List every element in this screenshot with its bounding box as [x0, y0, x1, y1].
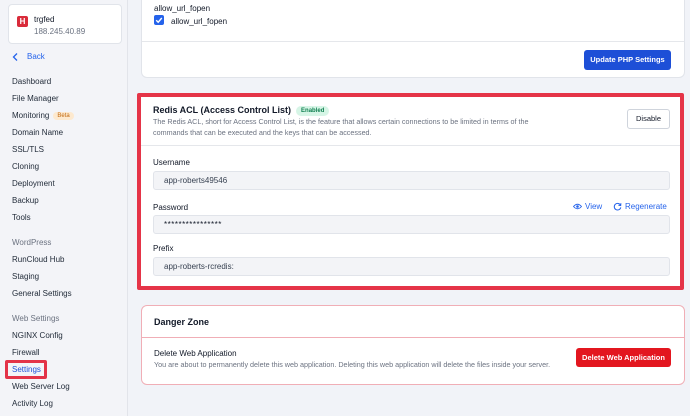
sidebar-item-nginx-config[interactable]: NGINX Config: [12, 331, 63, 340]
settings-highlight: [5, 360, 47, 379]
server-card[interactable]: H trgfed 188.245.40.89: [8, 4, 122, 44]
sidebar-item-cloning[interactable]: Cloning: [12, 162, 39, 171]
update-php-settings-button[interactable]: Update PHP Settings: [584, 50, 671, 70]
sidebar-item-backup[interactable]: Backup: [12, 196, 39, 205]
allow-url-fopen-checkbox[interactable]: [154, 15, 164, 25]
sidebar-section-web-settings: Web Settings: [12, 314, 60, 323]
beta-badge: Beta: [53, 112, 74, 120]
sidebar-item-activity-log[interactable]: Activity Log: [12, 399, 53, 408]
sidebar-section-wordpress: WordPress: [12, 238, 52, 247]
sidebar-item-web-server-log[interactable]: Web Server Log: [12, 382, 70, 391]
sidebar-item-runcloud-hub[interactable]: RunCloud Hub: [12, 255, 64, 264]
sidebar-item-domain-name[interactable]: Domain Name: [12, 128, 63, 137]
redis-acl-highlight: [137, 93, 684, 290]
check-icon: [155, 17, 163, 24]
chevron-left-icon: [12, 52, 18, 61]
php-setting-label: allow_url_fopen: [154, 4, 211, 13]
server-logo: H: [17, 16, 28, 27]
sidebar-item-dashboard[interactable]: Dashboard: [12, 77, 51, 86]
sidebar: H trgfed 188.245.40.89 Back Dashboard Fi…: [0, 0, 128, 416]
delete-web-app-description: You are about to permanently delete this…: [154, 360, 551, 369]
divider: [142, 337, 684, 338]
back-label: Back: [27, 52, 45, 61]
checkbox-label: allow_url_fopen: [171, 17, 228, 26]
sidebar-item-firewall[interactable]: Firewall: [12, 348, 40, 357]
delete-web-application-button[interactable]: Delete Web Application: [576, 348, 671, 367]
sidebar-item-file-manager[interactable]: File Manager: [12, 94, 59, 103]
sidebar-item-staging[interactable]: Staging: [12, 272, 39, 281]
delete-web-app-heading: Delete Web Application: [154, 349, 237, 358]
back-link[interactable]: Back: [12, 52, 45, 61]
sidebar-item-tools[interactable]: Tools: [12, 213, 31, 222]
divider: [142, 41, 684, 42]
danger-zone-title: Danger Zone: [154, 317, 210, 327]
server-ip: 188.245.40.89: [34, 27, 86, 36]
danger-zone-card: Danger Zone Delete Web Application You a…: [141, 305, 685, 385]
server-name: trgfed: [34, 15, 55, 24]
sidebar-item-monitoring-label: Monitoring: [12, 111, 50, 120]
sidebar-item-monitoring[interactable]: Monitoring Beta: [12, 111, 74, 120]
sidebar-item-general-settings[interactable]: General Settings: [12, 289, 72, 298]
sidebar-item-ssl-tls[interactable]: SSL/TLS: [12, 145, 44, 154]
sidebar-item-deployment[interactable]: Deployment: [12, 179, 55, 188]
php-settings-card: allow_url_fopen allow_url_fopen Update P…: [141, 0, 685, 78]
